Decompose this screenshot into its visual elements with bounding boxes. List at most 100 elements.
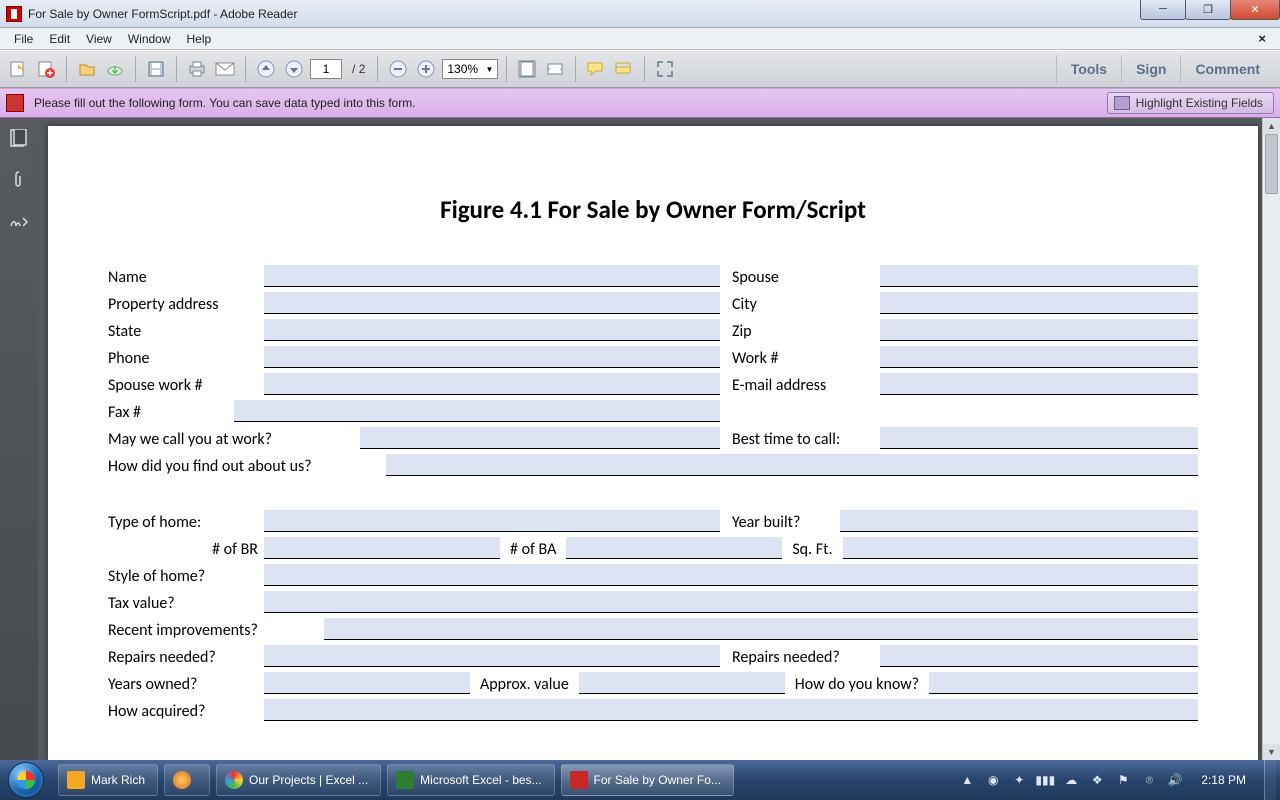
zoom-out-icon[interactable] (386, 57, 410, 81)
taskbar-item-explorer[interactable]: Mark Rich (58, 764, 158, 796)
cloud-icon[interactable] (103, 57, 127, 81)
zoom-in-icon[interactable] (414, 57, 438, 81)
field-repairs2[interactable] (880, 645, 1198, 667)
attachments-icon[interactable] (9, 170, 29, 190)
email-icon[interactable] (213, 57, 237, 81)
menubar-close-icon[interactable]: × (1250, 29, 1274, 48)
tray-app5-icon[interactable]: ⌾ (1141, 772, 1157, 788)
menu-bar: File Edit View Window Help × (0, 28, 1280, 50)
show-desktop-button[interactable] (1264, 760, 1276, 800)
field-type-home[interactable] (264, 510, 720, 532)
field-repairs1[interactable] (264, 645, 720, 667)
page-total: / 2 (352, 62, 365, 76)
sign-link[interactable]: Sign (1121, 55, 1180, 83)
fullscreen-icon[interactable] (653, 57, 677, 81)
field-best-time[interactable] (880, 427, 1198, 449)
label-sqft: Sq. Ft. (782, 540, 842, 559)
menu-edit[interactable]: Edit (41, 30, 78, 48)
field-br[interactable] (264, 537, 500, 559)
label-email: E-mail address (732, 376, 880, 395)
save-icon[interactable] (144, 57, 168, 81)
tray-flag-icon[interactable]: ⚑ (1115, 772, 1131, 788)
scroll-thumb[interactable] (1265, 134, 1278, 194)
print-icon[interactable] (185, 57, 209, 81)
field-state[interactable] (264, 319, 720, 341)
field-spouse-work[interactable] (264, 373, 720, 395)
menu-file[interactable]: File (6, 30, 41, 48)
menu-view[interactable]: View (78, 30, 120, 48)
label-tax: Tax value? (108, 594, 264, 613)
thumbnails-icon[interactable] (9, 128, 29, 148)
form-message-bar: Please fill out the following form. You … (0, 88, 1280, 118)
form-message-text: Please fill out the following form. You … (34, 96, 416, 110)
field-acquired[interactable] (264, 699, 1198, 721)
field-work[interactable] (880, 346, 1198, 368)
field-spouse[interactable] (880, 265, 1198, 287)
field-ba[interactable] (566, 537, 782, 559)
comment-link[interactable]: Comment (1180, 55, 1274, 83)
create-pdf-icon[interactable] (34, 57, 58, 81)
label-property-address: Property address (108, 295, 264, 314)
fit-page-icon[interactable] (515, 57, 539, 81)
close-button[interactable]: ✕ (1230, 0, 1280, 20)
page-up-icon[interactable] (254, 57, 278, 81)
tray-app2-icon[interactable]: ✦ (1011, 772, 1027, 788)
document-area[interactable]: Figure 4.1 For Sale by Owner Form/Script… (38, 118, 1280, 760)
highlight-icon[interactable] (612, 57, 636, 81)
label-state: State (108, 322, 264, 341)
page-title: Figure 4.1 For Sale by Owner Form/Script (108, 194, 1198, 225)
label-year-built: Year built? (732, 513, 840, 532)
field-property-address[interactable] (264, 292, 720, 314)
vertical-scrollbar[interactable]: ▲ ▼ (1262, 118, 1280, 760)
taskbar-item-excel[interactable]: Microsoft Excel - bes... (387, 764, 554, 796)
scroll-up-icon[interactable]: ▲ (1263, 118, 1280, 134)
menu-help[interactable]: Help (179, 30, 220, 48)
system-tray: ▲ ◉ ✦ ▮▮▮ ☁ ❖ ⚑ ⌾ 🔊 2:18 PM (959, 760, 1280, 800)
start-button[interactable] (0, 760, 52, 800)
signatures-icon[interactable] (9, 212, 29, 232)
label-repairs1: Repairs needed? (108, 648, 264, 667)
taskbar-item-reader[interactable]: For Sale by Owner Fo... (561, 764, 734, 796)
field-phone[interactable] (264, 346, 720, 368)
tray-app1-icon[interactable]: ◉ (985, 772, 1001, 788)
field-approx-value[interactable] (579, 672, 785, 694)
field-find-out[interactable] (386, 454, 1198, 476)
taskbar-item-firefox[interactable] (164, 764, 210, 796)
menu-window[interactable]: Window (120, 30, 179, 48)
tray-clock[interactable]: 2:18 PM (1193, 773, 1254, 787)
field-improvements[interactable] (324, 618, 1198, 640)
field-city[interactable] (880, 292, 1198, 314)
page-down-icon[interactable] (282, 57, 306, 81)
highlight-fields-button[interactable]: Highlight Existing Fields (1107, 92, 1274, 114)
open-icon[interactable] (75, 57, 99, 81)
field-tax[interactable] (264, 591, 1198, 613)
tray-signal-icon[interactable]: ▮▮▮ (1037, 772, 1053, 788)
field-year-built[interactable] (840, 510, 1198, 532)
tray-app3-icon[interactable]: ☁ (1063, 772, 1079, 788)
field-email[interactable] (880, 373, 1198, 395)
field-sqft[interactable] (843, 537, 1199, 559)
export-pdf-icon[interactable] (6, 57, 30, 81)
taskbar-item-chrome[interactable]: Our Projects | Excel ... (216, 764, 381, 796)
field-name[interactable] (264, 265, 720, 287)
zoom-select[interactable]: 130%▼ (442, 59, 498, 79)
taskbar: Mark Rich Our Projects | Excel ... Micro… (0, 760, 1280, 800)
field-years-owned[interactable] (264, 672, 470, 694)
field-zip[interactable] (880, 319, 1198, 341)
page-number-input[interactable]: 1 (310, 59, 342, 79)
tray-app4-icon[interactable]: ❖ (1089, 772, 1105, 788)
minimize-button[interactable]: ─ (1140, 0, 1186, 20)
comment-icon[interactable] (584, 57, 608, 81)
tray-volume-icon[interactable]: 🔊 (1167, 772, 1183, 788)
tools-link[interactable]: Tools (1056, 55, 1121, 83)
fit-width-icon[interactable] (543, 57, 567, 81)
label-fax: Fax # (108, 403, 234, 422)
scroll-down-icon[interactable]: ▼ (1263, 744, 1280, 760)
field-fax[interactable] (234, 400, 720, 422)
maximize-button[interactable]: ❐ (1185, 0, 1231, 20)
field-style[interactable] (264, 564, 1198, 586)
field-call-work[interactable] (360, 427, 720, 449)
tray-up-icon[interactable]: ▲ (959, 772, 975, 788)
label-approx-value: Approx. value (470, 675, 579, 694)
field-how-know[interactable] (929, 672, 1198, 694)
